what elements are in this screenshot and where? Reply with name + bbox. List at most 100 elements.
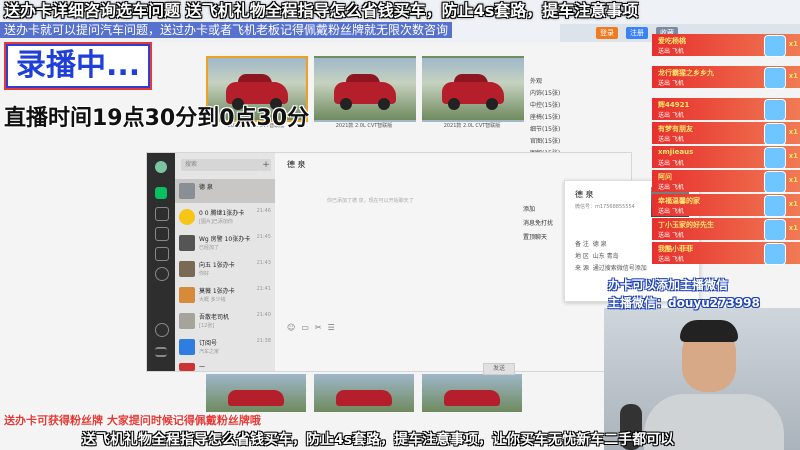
gift-count: x1 [788,40,798,48]
emoji-icon[interactable]: ☺ [287,323,301,332]
add-chat-button[interactable]: + [261,159,271,171]
chat-item[interactable]: 订阅号 汽车之家 21:38 [175,335,275,359]
chat-item[interactable]: 吾散老司机 [12张] 21:40 [175,309,275,333]
chat-info-panel: 添加 消息免打扰 置顶聊天 [523,203,553,245]
chat-name: 一 [199,364,206,371]
menu-icon[interactable] [155,347,167,357]
gift-sender: 丁小玉家的好先生 [658,221,714,229]
avatar[interactable] [155,161,167,173]
favorites-icon[interactable] [155,227,169,241]
gallery-category-list: 外观 内饰(15张) 中控(15张) 座椅(15张) 细节(15张) 官图(15… [530,76,582,160]
search-input[interactable]: 搜索 [181,159,261,171]
chat-preview: 已经加了 [199,245,220,251]
wechat-id: 微信号：m17568855554 [575,204,635,210]
gift-sender: 幸福温馨的家 [658,197,700,205]
gift-count: x1 [788,200,798,208]
gift-desc: 送出 飞机 [658,256,684,263]
mute-toggle[interactable]: 消息免打扰 [523,217,553,231]
gift-desc: 送出 飞机 [658,160,684,167]
scissors-icon[interactable]: ✂ [315,323,328,332]
chat-time: 21:41 [256,286,271,292]
chat-name: 订阅号 [199,340,218,347]
category-item[interactable]: 内饰(15张) [530,88,582,100]
plane-icon [764,171,786,193]
contacts-icon[interactable] [155,207,169,221]
row-key: 来 源 [575,265,589,272]
row-value: 德 泉 [592,241,607,248]
gift-sender: 阿问 [658,173,672,181]
avatar [179,235,195,251]
car-caption: 2021款 2.0L CVT智联版 [443,123,501,129]
gift-notice: 爱吃杨桃送出 飞机 x1 [652,34,800,57]
profile-row: 来 源 通过搜索微信号添加 [575,263,647,272]
gift-sender: 有梦有朋友 [658,125,693,133]
top-banner: 送办卡详细咨询选车问题 送飞机礼物全程指导怎么省钱买车，防止4s套路，提车注意事… [4,1,639,20]
chat-title: 德 泉 [287,160,306,169]
gift-notice: 有梦有朋友 送出 飞机 x1 [652,122,800,145]
avatar [179,363,195,371]
chat-preview: 汽车之家 [199,349,220,355]
gift-desc: 送出 飞机 [658,80,684,87]
gift-count: x1 [788,152,798,160]
row-value: 山东 青岛 [592,253,619,260]
contact-line: 办卡可以添加主播微信 [608,278,729,292]
chat-item[interactable]: 莫薇 1张办卡 大概 多少钱 21:41 [175,283,275,307]
subscription-icon [179,339,195,355]
wechat-window: 德 泉 0 0 腾继1张办卡 [图片]已添加你 21:46 Wg 房警 10张办… [146,152,632,375]
chat-list: 德 泉 0 0 腾继1张办卡 [图片]已添加你 21:46 Wg 房警 10张办… [175,153,275,371]
folder-icon[interactable]: ▭ [301,323,315,332]
wechat-contact-overlay: 办卡可以添加主播微信 主播微信：douyu273998 [608,276,760,312]
category-item[interactable]: 座椅(15张) [530,112,582,124]
category-item[interactable]: 中控(15张) [530,100,582,112]
chat-item[interactable]: 一 [175,359,275,371]
gift-sender: 辉44921 [658,101,690,109]
chat-item[interactable]: Wg 房警 10张办卡 已经加了 21:45 [175,231,275,255]
chat-icon[interactable] [155,187,167,199]
car-thumbnail[interactable] [314,374,414,412]
folder-icon[interactable] [155,247,169,261]
category-item[interactable]: 细节(15张) [530,124,582,136]
contact-wechat-id: 主播微信：douyu273998 [608,296,760,310]
car-thumbnail[interactable] [422,374,522,412]
moments-icon[interactable] [155,267,169,281]
gift-count: x1 [788,224,798,232]
streamer-webcam [604,308,800,450]
schedule-text: 直播时间19点30分到0点30分 [4,106,310,131]
gift-notice: 幸福温馨的家 送出 飞机 x1 [652,194,800,217]
pin-toggle[interactable]: 置顶聊天 [523,231,553,245]
plane-icon [764,35,786,57]
bottom-ticker: 送飞机礼物全程指导怎么省钱买车，防止4s套路，提车注意事项，让你买车无忧新车二手… [82,432,675,448]
chat-preview: [图片]已添加你 [199,219,233,225]
avatar [179,261,195,277]
chat-item[interactable]: 0 0 腾继1张办卡 [图片]已添加你 21:46 [175,205,275,229]
chat-history-icon[interactable]: ☰ [328,323,341,332]
gift-desc: 送出 飞机 [658,208,684,215]
avatar [179,183,195,199]
gift-desc: 送出 飞机 [658,232,684,239]
avatar [179,209,195,225]
chat-item[interactable]: 德 泉 [175,179,275,203]
register-button[interactable]: 注册 [626,27,648,39]
plane-icon [764,219,786,241]
row-value: 通过搜索微信号添加 [592,265,647,272]
chat-item[interactable]: 向五 1张办卡 你好 21:43 [175,257,275,281]
system-message: 你已添加了德 泉，现在可以开始聊天了 [327,198,414,204]
gift-sender: 龙行霸猩之乡乡九 [658,69,714,77]
send-button[interactable]: 发送 [483,363,515,375]
car-thumbnail[interactable] [422,56,524,122]
gift-desc: 送出 飞机 [658,48,684,55]
car-thumbnail[interactable] [314,56,416,122]
chat-preview: 大概 多少钱 [199,297,226,303]
login-button[interactable]: 登录 [596,27,618,39]
plane-icon [764,99,786,121]
gift-sender: xmjieaus [658,148,694,156]
add-member-button[interactable]: 添加 [523,203,553,217]
gift-sender: 爱吃杨桃 [658,37,686,45]
gift-notice: 龙行霸猩之乡乡九 送出 飞机 x1 [652,66,800,89]
car-caption: 2021款 2.0L CVT智联版 [335,123,393,129]
miniprogram-icon[interactable] [155,323,169,337]
category-item[interactable]: 官图(15张) [530,136,582,148]
category-item[interactable]: 外观 [530,76,582,88]
chat-time: 21:40 [256,312,271,318]
car-thumbnail[interactable] [206,374,306,412]
